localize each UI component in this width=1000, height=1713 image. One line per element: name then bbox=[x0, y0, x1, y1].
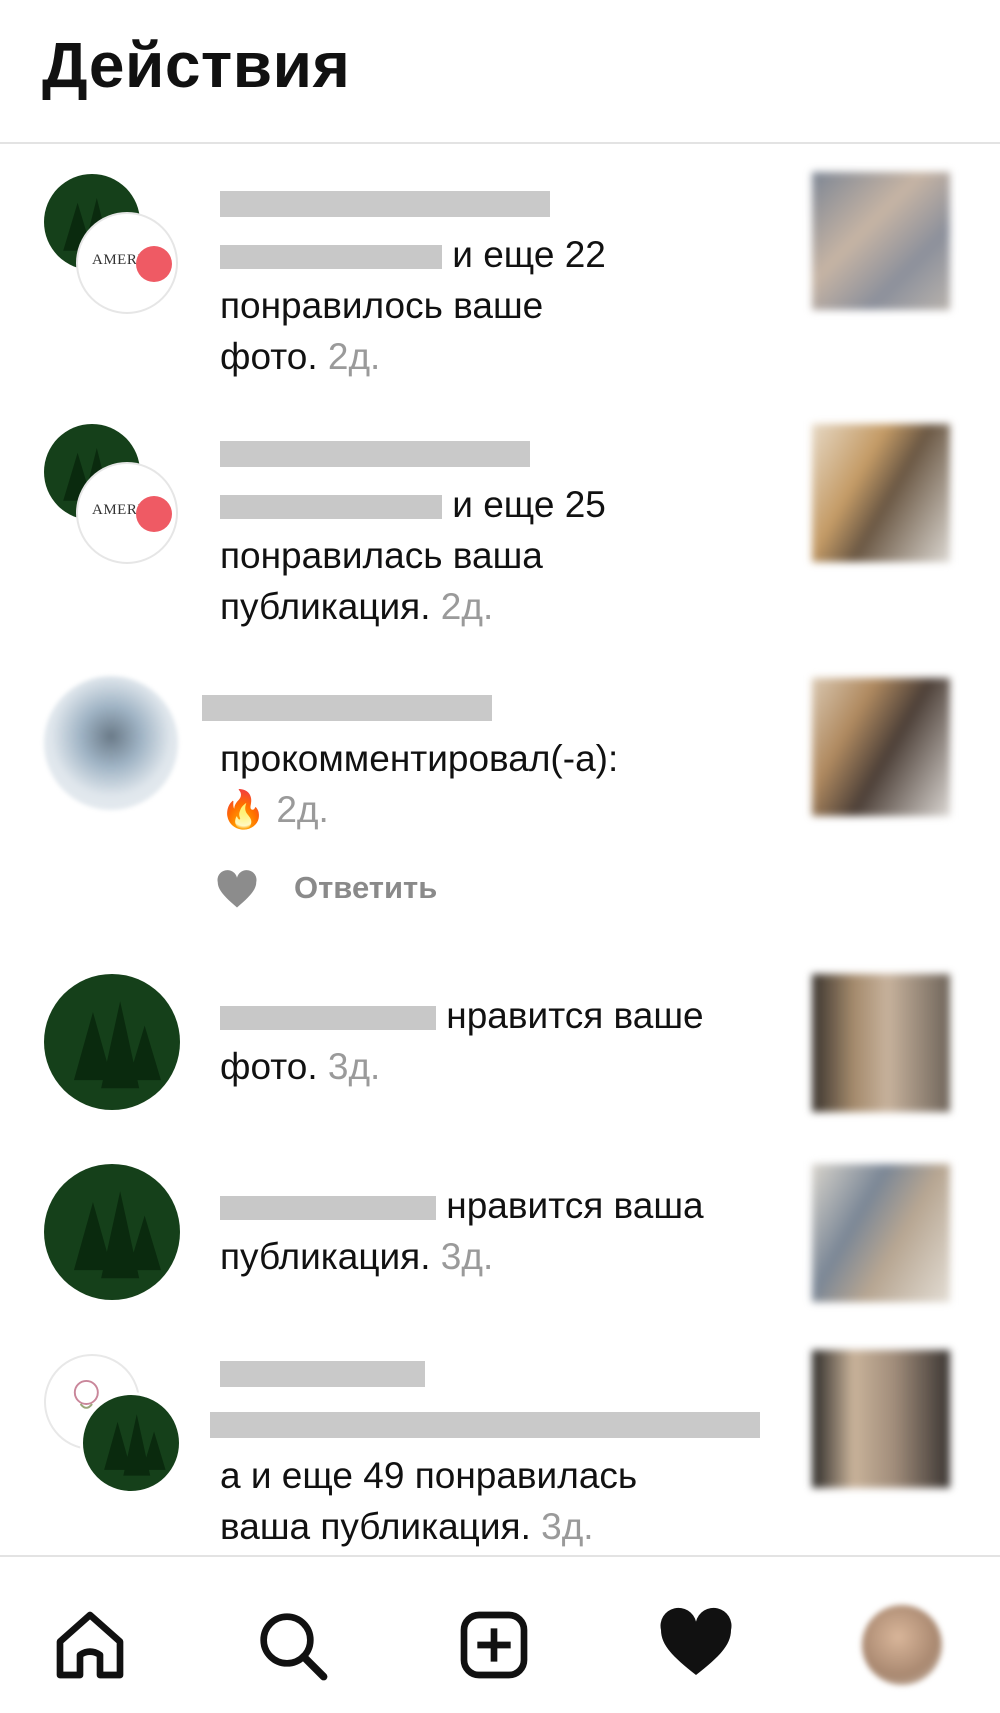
notification-row[interactable]: AMERICA и еще 25 понравилась ваша публик… bbox=[0, 420, 1000, 640]
notification-row[interactable]: а и еще 49 понравилась ваша публикация. … bbox=[0, 1350, 1000, 1550]
timestamp: 3д. bbox=[440, 1236, 494, 1277]
new-post-icon[interactable] bbox=[454, 1605, 534, 1685]
page-title: Действия bbox=[42, 29, 351, 101]
redacted-username bbox=[220, 441, 530, 467]
notification-text: прокомментировал(-а): 🔥 2д. bbox=[202, 682, 760, 835]
notification-text: и еще 25 понравилась ваша публикация. 2д… bbox=[220, 428, 760, 632]
redacted-username bbox=[202, 695, 492, 721]
timestamp: 2д. bbox=[276, 789, 329, 830]
timestamp: 2д. bbox=[327, 336, 381, 377]
avatar[interactable] bbox=[44, 1164, 180, 1300]
avatar[interactable] bbox=[44, 676, 178, 810]
reply-button[interactable]: Ответить bbox=[294, 870, 437, 906]
redacted-username bbox=[220, 1196, 436, 1221]
notification-row[interactable]: прокомментировал(-а): 🔥 2д. Ответить bbox=[0, 670, 1000, 920]
avatar[interactable] bbox=[80, 1392, 182, 1494]
redacted-username bbox=[220, 1006, 436, 1031]
header: Действия bbox=[0, 0, 1000, 144]
notification-text: и еще 22 понравилось ваше фото. 2д. bbox=[220, 178, 760, 382]
post-thumbnail[interactable] bbox=[812, 424, 950, 562]
home-icon[interactable] bbox=[50, 1605, 130, 1685]
redacted-username bbox=[220, 245, 442, 270]
notification-row[interactable]: AMERICA и еще 22 понравилось ваше фото. … bbox=[0, 170, 1000, 390]
notification-text: а и еще 49 понравилась ваша публикация. … bbox=[210, 1348, 760, 1552]
timestamp: 3д. bbox=[327, 1046, 381, 1087]
bottom-nav bbox=[0, 1555, 1000, 1713]
fire-emoji: 🔥 bbox=[220, 789, 267, 830]
redacted-username bbox=[220, 191, 550, 217]
like-heart-icon[interactable] bbox=[216, 870, 258, 910]
timestamp: 2д. bbox=[440, 586, 494, 627]
avatar[interactable]: AMERICA bbox=[76, 212, 178, 314]
post-thumbnail[interactable] bbox=[812, 172, 950, 310]
post-thumbnail[interactable] bbox=[812, 1164, 950, 1302]
notification-text: нравится ваша публикация. 3д. bbox=[220, 1185, 704, 1277]
activity-heart-icon[interactable] bbox=[656, 1605, 736, 1685]
avatar[interactable] bbox=[44, 974, 180, 1110]
redacted-username bbox=[220, 1361, 425, 1387]
post-thumbnail[interactable] bbox=[812, 974, 950, 1112]
avatar[interactable]: AMERICA bbox=[76, 462, 178, 564]
timestamp: 3д. bbox=[541, 1506, 594, 1547]
search-icon[interactable] bbox=[252, 1605, 332, 1685]
redacted-username bbox=[220, 495, 442, 520]
notification-text: нравится ваше фото. 3д. bbox=[220, 995, 704, 1087]
post-thumbnail[interactable] bbox=[812, 678, 950, 816]
notification-row[interactable]: нравится ваше фото. 3д. bbox=[0, 970, 1000, 1120]
notification-row[interactable]: нравится ваша публикация. 3д. bbox=[0, 1160, 1000, 1310]
post-thumbnail[interactable] bbox=[812, 1350, 950, 1488]
redacted-username bbox=[210, 1412, 760, 1438]
profile-avatar[interactable] bbox=[862, 1605, 942, 1685]
